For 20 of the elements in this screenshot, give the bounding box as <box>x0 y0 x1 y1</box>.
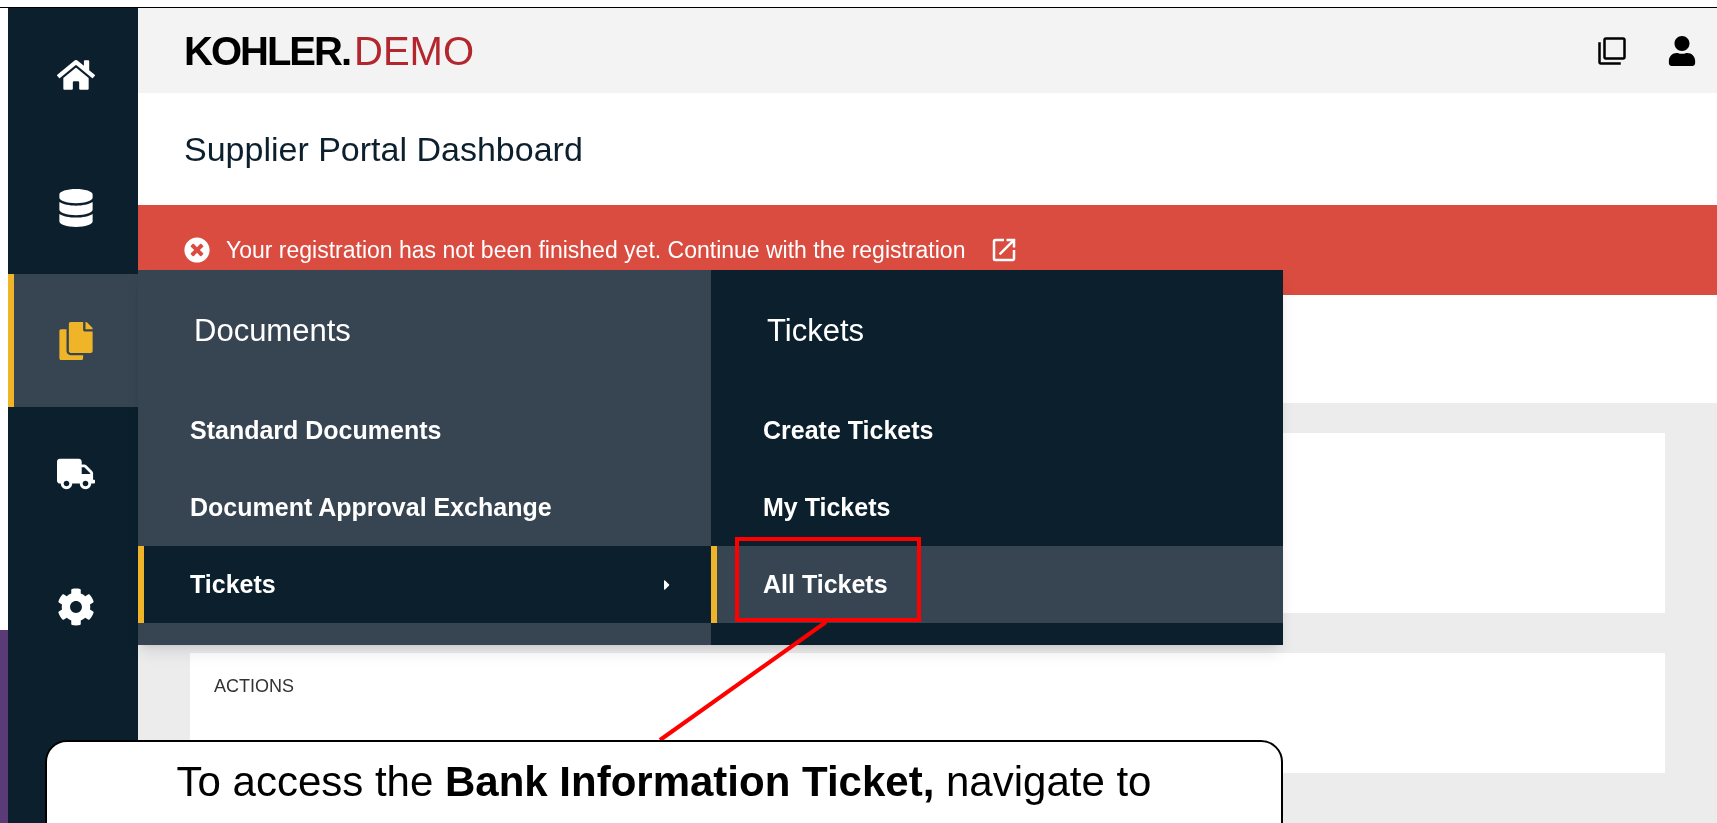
logo: KOHLER. <box>184 27 350 75</box>
menu-item[interactable]: Tickets <box>138 546 711 623</box>
menu-item[interactable]: Standard Documents <box>138 392 711 469</box>
menu-item[interactable]: All Tickets <box>711 546 1283 623</box>
documents-icon <box>57 321 95 360</box>
database-icon <box>57 188 95 227</box>
menu-item[interactable]: Document Approval Exchange <box>138 469 711 546</box>
error-icon <box>184 237 210 263</box>
menu-item[interactable]: My Tickets <box>711 469 1283 546</box>
alert-message: Your registration has not been finished yet. Continue with the registration <box>226 235 966 265</box>
settings-icon <box>57 587 95 626</box>
card-title: ACTIONS <box>214 676 294 696</box>
logo-text: DEMO <box>354 27 474 75</box>
callout-text: To access the Bank Information Ticket, navigate to <box>176 757 1152 807</box>
menu-item[interactable]: Create Tickets <box>711 392 1283 469</box>
menu-heading: Documents <box>194 311 351 350</box>
menu-heading: Tickets <box>767 311 865 350</box>
windows-icon[interactable] <box>1597 35 1627 66</box>
user-icon[interactable] <box>1667 35 1697 66</box>
page-title: Supplier Portal Dashboard <box>184 128 583 170</box>
